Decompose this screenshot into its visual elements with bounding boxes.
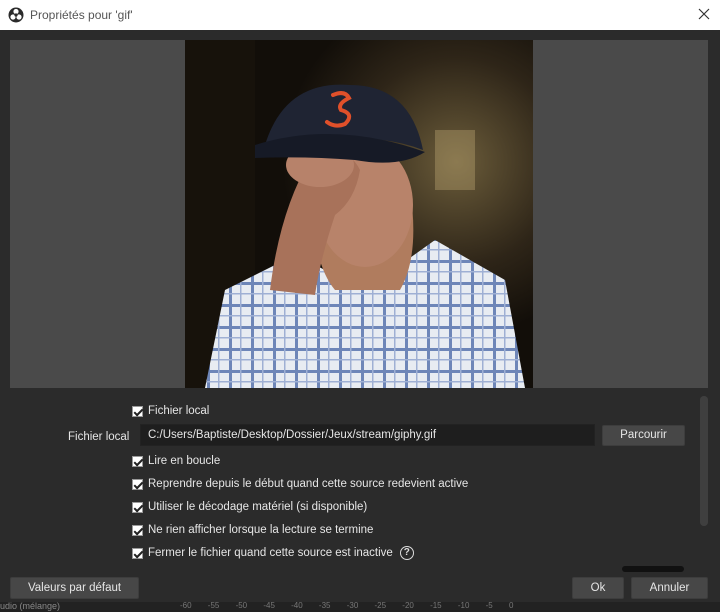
local-file-label: Fichier local: [68, 431, 130, 443]
properties-dialog: Fichier local Fichier local C:/Users/Bap…: [0, 30, 720, 602]
hide-on-end-checkbox[interactable]: [132, 524, 143, 536]
close-when-inactive-checkbox[interactable]: [132, 547, 143, 559]
local-file-checkbox-row[interactable]: Fichier local: [132, 402, 209, 420]
restart-checkbox[interactable]: [132, 478, 143, 490]
title-bar: Propriétés pour 'gif': [0, 0, 720, 30]
local-file-path-input[interactable]: C:/Users/Baptiste/Desktop/Dossier/Jeux/s…: [140, 424, 595, 446]
restart-label: Reprendre depuis le début quand cette so…: [148, 478, 469, 490]
option-row-hide-on-end[interactable]: Ne rien afficher lorsque la lecture se t…: [132, 521, 373, 539]
close-icon[interactable]: [696, 6, 712, 22]
option-row-close-when-inactive[interactable]: Fermer le fichier quand cette source est…: [132, 544, 414, 562]
ok-button[interactable]: Ok: [572, 577, 624, 599]
cancel-button[interactable]: Annuler: [631, 577, 708, 599]
obs-logo-icon: [8, 7, 24, 23]
audio-mixer-label: udio (mélange): [0, 602, 61, 611]
window-title: Propriétés pour 'gif': [30, 8, 133, 22]
defaults-button[interactable]: Valeurs par défaut: [10, 577, 139, 599]
option-row-restart[interactable]: Reprendre depuis le début quand cette so…: [132, 475, 468, 493]
source-preview: [10, 40, 708, 388]
help-icon[interactable]: ?: [399, 546, 414, 560]
loop-checkbox[interactable]: [132, 455, 143, 467]
browse-button[interactable]: Parcourir: [602, 425, 685, 446]
audio-meter-scale: -60 -55 -50 -45 -40 -35 -30 -25 -20 -15 …: [180, 602, 514, 610]
scrollbar-thumb[interactable]: [700, 396, 708, 526]
gif-preview-image: [185, 40, 533, 388]
hw-decode-checkbox[interactable]: [132, 501, 143, 513]
close-when-inactive-label: Fermer le fichier quand cette source est…: [148, 547, 393, 559]
background-audio-mixer-strip: udio (mélange) -60 -55 -50 -45 -40 -35 -…: [0, 602, 720, 612]
small-slider[interactable]: [622, 566, 684, 572]
hw-decode-label: Utiliser le décodage matériel (si dispon…: [148, 501, 368, 513]
properties-scrollbar[interactable]: [700, 396, 708, 526]
local-file-checkbox[interactable]: [132, 405, 143, 417]
loop-label: Lire en boucle: [148, 455, 221, 467]
hide-on-end-label: Ne rien afficher lorsque la lecture se t…: [148, 524, 374, 536]
option-row-loop[interactable]: Lire en boucle: [132, 452, 220, 470]
local-file-checkbox-label: Fichier local: [148, 405, 210, 417]
option-row-hw-decode[interactable]: Utiliser le décodage matériel (si dispon…: [132, 498, 367, 516]
